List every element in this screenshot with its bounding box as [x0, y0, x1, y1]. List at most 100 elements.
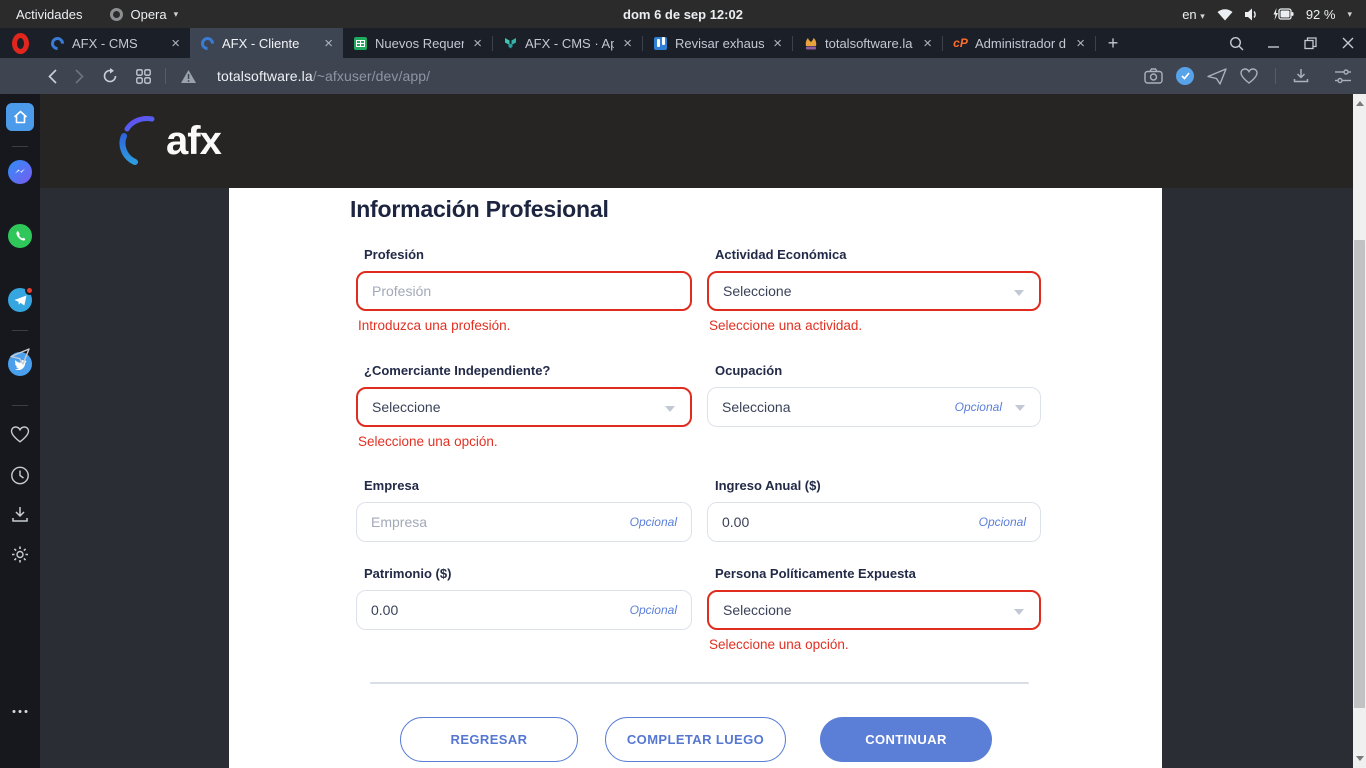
- afx-logo-text: afx: [166, 119, 221, 164]
- wifi-icon: [1217, 8, 1233, 21]
- field-error: Introduzca una profesión.: [358, 318, 692, 333]
- bookmark-heart-icon[interactable]: [1240, 68, 1258, 84]
- page-title: Información Profesional: [350, 196, 609, 223]
- gold-favicon: [803, 36, 818, 51]
- tab-nuevos-requerimientos[interactable]: Nuevos Requerin ×: [343, 28, 492, 58]
- ocupacion-select[interactable]: Selecciona Opcional: [707, 387, 1041, 427]
- page-background: Información Profesional Profesión Introd…: [40, 188, 1353, 768]
- url-field[interactable]: totalsoftware.la/~afxuser/dev/app/: [217, 68, 430, 84]
- scrollbar-thumb[interactable]: [1354, 240, 1365, 708]
- browser-viewport: afx Información Profesional Profesión In…: [0, 94, 1366, 768]
- page-scrollbar[interactable]: [1353, 94, 1366, 768]
- battery-percent: 92 %: [1306, 7, 1336, 22]
- tab-afx-cliente[interactable]: AFX - Cliente ×: [190, 28, 343, 58]
- settings-gear-icon[interactable]: [11, 545, 30, 564]
- clock[interactable]: dom 6 de sep 12:02: [0, 7, 1366, 22]
- regresar-button[interactable]: REGRESAR: [400, 717, 578, 762]
- vpn-shield-icon[interactable]: [1176, 67, 1194, 85]
- speed-dial-icon[interactable]: [136, 69, 151, 84]
- apia-favicon: [503, 36, 518, 51]
- easy-setup-sliders-icon[interactable]: [1334, 69, 1352, 84]
- field-persona-politicamente-expuesta: Persona Políticamente Expuesta Seleccion…: [707, 566, 1041, 652]
- whatsapp-icon[interactable]: [8, 224, 32, 248]
- afx-favicon: [50, 36, 65, 51]
- opera-sidebar: [0, 94, 40, 768]
- speed-dial-home-icon[interactable]: [6, 103, 34, 131]
- tab-close-icon[interactable]: ×: [921, 36, 934, 51]
- system-top-bar: Actividades Opera ▾ dom 6 de sep 12:02 e…: [0, 0, 1366, 28]
- sidebar-more-icon[interactable]: [13, 710, 28, 713]
- field-label: Empresa: [364, 478, 692, 493]
- tab-close-icon[interactable]: ×: [621, 36, 634, 51]
- tab-close-icon[interactable]: ×: [471, 36, 484, 51]
- battery-charging-icon: [1272, 8, 1294, 20]
- form-divider: [370, 682, 1029, 684]
- system-menu-caret-icon[interactable]: ▾: [1347, 9, 1352, 20]
- keyboard-layout[interactable]: en ▾: [1182, 7, 1205, 22]
- ingreso-input-box[interactable]: Opcional: [707, 502, 1041, 542]
- my-flow-sidebar-icon[interactable]: [10, 348, 30, 365]
- pep-select[interactable]: Seleccione: [707, 590, 1041, 630]
- system-tray[interactable]: en ▾ 92 % ▾: [1182, 7, 1366, 22]
- form-card: Información Profesional Profesión Introd…: [229, 188, 1162, 768]
- empresa-input-box[interactable]: Opcional: [356, 502, 692, 542]
- optional-tag: Opcional: [630, 603, 677, 617]
- scroll-up-icon[interactable]: [1356, 101, 1364, 106]
- optional-tag: Opcional: [630, 515, 677, 529]
- site-security-warning-icon[interactable]: [180, 69, 197, 84]
- history-clock-icon[interactable]: [11, 466, 30, 485]
- tab-revisar-exhaustivamente[interactable]: Revisar exhausti ×: [643, 28, 792, 58]
- tab-afx-cms[interactable]: AFX - CMS ×: [40, 28, 190, 58]
- screen: Actividades Opera ▾ dom 6 de sep 12:02 e…: [0, 0, 1366, 768]
- afx-logo[interactable]: afx: [118, 112, 221, 170]
- afx-site-header: afx: [40, 94, 1353, 188]
- downloads-sidebar-icon[interactable]: [11, 506, 29, 523]
- optional-tag: Opcional: [955, 400, 1002, 414]
- afx-favicon: [200, 36, 215, 51]
- tab-close-icon[interactable]: ×: [322, 36, 335, 51]
- bookmarks-heart-icon[interactable]: [11, 426, 30, 443]
- notification-badge: [25, 286, 34, 295]
- close-window-button[interactable]: [1329, 28, 1366, 58]
- new-tab-button[interactable]: +: [1096, 28, 1130, 58]
- patrimonio-input-box[interactable]: Opcional: [356, 590, 692, 630]
- field-ingreso-anual: Ingreso Anual ($) Opcional: [707, 478, 1041, 542]
- cpanel-favicon: cP: [953, 36, 968, 51]
- messenger-icon[interactable]: [8, 160, 32, 184]
- tab-totalsoftware[interactable]: totalsoftware.la ×: [793, 28, 942, 58]
- field-label: Actividad Económica: [715, 247, 1041, 262]
- sheets-favicon: [353, 36, 368, 51]
- profesion-input[interactable]: [372, 283, 676, 299]
- maximize-button[interactable]: [1292, 28, 1329, 58]
- actividad-select[interactable]: Seleccione: [707, 271, 1041, 311]
- chevron-down-icon: [1014, 609, 1024, 615]
- field-error: Seleccione una actividad.: [709, 318, 1041, 333]
- tab-afx-cms-apia[interactable]: AFX - CMS · Apia ×: [493, 28, 642, 58]
- profesion-input-box[interactable]: [356, 271, 692, 311]
- downloads-icon[interactable]: [1293, 68, 1309, 84]
- reload-icon[interactable]: [102, 68, 118, 84]
- minimize-button[interactable]: [1255, 28, 1292, 58]
- my-flow-icon[interactable]: [1207, 68, 1227, 85]
- tab-search-icon[interactable]: [1218, 28, 1255, 58]
- tab-close-icon[interactable]: ×: [169, 36, 182, 51]
- field-profesion: Profesión Introduzca una profesión.: [356, 247, 692, 333]
- field-error: Seleccione una opción.: [709, 637, 1041, 652]
- sidebar-divider: [12, 146, 28, 147]
- tab-administrador[interactable]: cP Administrador d ×: [943, 28, 1095, 58]
- completar-luego-button[interactable]: COMPLETAR LUEGO: [605, 717, 786, 762]
- comerciante-select[interactable]: Seleccione: [356, 387, 692, 427]
- telegram-icon[interactable]: [8, 288, 32, 312]
- field-label: Persona Políticamente Expuesta: [715, 566, 1041, 581]
- back-icon[interactable]: [48, 69, 57, 84]
- tab-close-icon[interactable]: ×: [771, 36, 784, 51]
- tab-close-icon[interactable]: ×: [1074, 36, 1087, 51]
- browser-tab-bar: AFX - CMS × AFX - Cliente × Nuevos Reque…: [0, 28, 1366, 58]
- forward-icon[interactable]: [75, 69, 84, 84]
- snapshot-camera-icon[interactable]: [1144, 68, 1163, 84]
- opera-logo-icon[interactable]: [0, 28, 40, 58]
- continuar-button[interactable]: CONTINUAR: [820, 717, 992, 762]
- scroll-down-icon[interactable]: [1356, 756, 1364, 761]
- field-label: ¿Comerciante Independiente?: [364, 363, 692, 378]
- field-label: Patrimonio ($): [364, 566, 692, 581]
